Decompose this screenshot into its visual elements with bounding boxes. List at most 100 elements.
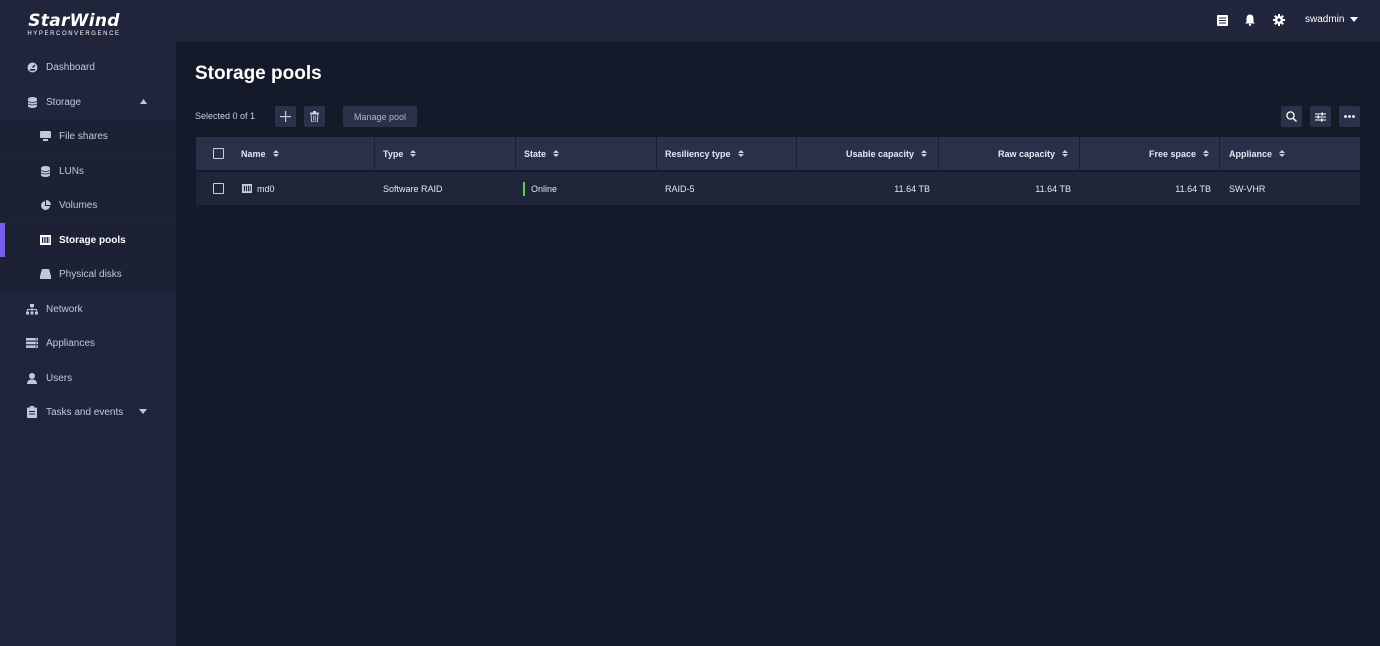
top-bar: swadmin	[176, 0, 1380, 42]
appliances-icon	[26, 337, 38, 349]
sidebar-item-label: Network	[46, 303, 83, 315]
sort-icon	[272, 150, 279, 157]
plus-icon	[280, 111, 291, 122]
sidebar-item-storage[interactable]: Storage	[0, 85, 176, 119]
status-text: Online	[531, 183, 558, 194]
sidebar-item-volumes[interactable]: Volumes	[0, 188, 176, 222]
user-menu[interactable]: swadmin	[1305, 14, 1359, 25]
starwind-logo[interactable]: StarWind HYPERCONVERGENCE	[0, 0, 176, 42]
search-icon	[1286, 111, 1297, 122]
sidebar: StarWind HYPERCONVERGENCE Dashboard Stor…	[0, 0, 176, 646]
file-shares-icon	[39, 130, 51, 142]
column-header-free-space[interactable]: Free space	[1080, 137, 1219, 170]
cell-free-space: 11.64 TB	[1175, 183, 1211, 194]
column-header-type[interactable]: Type	[383, 137, 417, 170]
sort-icon	[737, 150, 744, 157]
delete-pool-button[interactable]	[304, 106, 325, 127]
column-divider	[374, 137, 375, 170]
sidebar-item-file-shares[interactable]: File shares	[0, 119, 176, 153]
table-row[interactable]: md0 Software RAID Online RAID-5 11.64 TB…	[196, 172, 1360, 205]
sidebar-item-network[interactable]: Network	[0, 292, 176, 326]
bell-icon[interactable]	[1243, 13, 1257, 27]
gear-icon[interactable]	[1272, 13, 1286, 27]
sidebar-item-label: Tasks and events	[46, 406, 124, 418]
cell-state: Online	[523, 172, 557, 205]
logo-text: StarWind	[28, 11, 120, 31]
volumes-icon	[39, 199, 51, 211]
sidebar-item-storage-pools[interactable]: Storage pools	[0, 223, 176, 257]
active-indicator	[0, 223, 5, 257]
storage-pool-icon	[242, 184, 252, 193]
sidebar-item-dashboard[interactable]: Dashboard	[0, 50, 176, 84]
column-header-raw-capacity[interactable]: Raw capacity	[939, 137, 1078, 170]
column-header-resiliency-type[interactable]: Resiliency type	[665, 137, 744, 170]
column-divider	[656, 137, 657, 170]
select-all-checkbox[interactable]	[213, 148, 224, 159]
sidebar-item-label: Volumes	[59, 199, 98, 211]
sort-icon	[553, 150, 560, 157]
sidebar-item-label: LUNs	[59, 165, 85, 177]
cell-type: Software RAID	[383, 183, 443, 194]
sidebar-item-label: File shares	[59, 130, 108, 142]
cell-resiliency: RAID-5	[665, 183, 695, 194]
pool-name: md0	[257, 183, 275, 194]
table-header: Name Type State Resiliency type Usable c…	[196, 137, 1360, 170]
column-header-state[interactable]: State	[524, 137, 560, 170]
tasks-icon	[26, 406, 38, 418]
header-label: Free space	[1148, 148, 1196, 159]
header-label: Usable capacity	[845, 148, 914, 159]
column-header-usable-capacity[interactable]: Usable capacity	[797, 137, 937, 170]
sidebar-item-label: Physical disks	[59, 268, 122, 280]
sort-icon	[1279, 150, 1286, 157]
header-label: Resiliency type	[665, 148, 731, 159]
sidebar-item-label: Appliances	[46, 337, 95, 349]
username: swadmin	[1305, 14, 1345, 25]
more-options-button[interactable]	[1339, 106, 1360, 127]
storage-pools-icon	[39, 234, 51, 246]
luns-icon	[39, 165, 51, 177]
sidebar-item-label: Dashboard	[46, 61, 95, 73]
sort-icon	[410, 150, 417, 157]
sidebar-item-appliances[interactable]: Appliances	[0, 326, 176, 360]
row-checkbox[interactable]	[213, 183, 224, 194]
list-icon[interactable]	[1215, 13, 1229, 27]
column-header-name[interactable]: Name	[241, 137, 279, 170]
network-icon	[26, 303, 38, 315]
column-divider	[515, 137, 516, 170]
logo-subtitle: HYPERCONVERGENCE	[27, 31, 121, 37]
trash-icon	[310, 111, 319, 122]
chevron-down-icon[interactable]	[139, 409, 147, 414]
add-pool-button[interactable]	[275, 106, 296, 127]
sidebar-item-tasks-and-events[interactable]: Tasks and events	[0, 395, 176, 429]
selection-count: Selected 0 of 1	[195, 111, 256, 121]
sidebar-item-physical-disks[interactable]: Physical disks	[0, 257, 176, 291]
filter-button[interactable]	[1310, 106, 1331, 127]
header-label: State	[524, 148, 547, 159]
search-button[interactable]	[1281, 106, 1302, 127]
cell-usable-capacity: 11.64 TB	[894, 183, 930, 194]
sidebar-item-users[interactable]: Users	[0, 361, 176, 395]
manage-pool-button[interactable]: Manage pool	[343, 106, 417, 127]
sort-icon	[1062, 150, 1068, 157]
cell-name[interactable]: md0	[242, 172, 275, 205]
cell-raw-capacity: 11.64 TB	[1035, 183, 1071, 194]
sidebar-item-label: Storage pools	[59, 234, 126, 246]
sidebar-item-luns[interactable]: LUNs	[0, 154, 176, 188]
header-label: Type	[383, 148, 404, 159]
caret-down-icon	[1350, 17, 1359, 22]
storage-icon	[26, 96, 38, 108]
chevron-up-icon[interactable]	[140, 99, 147, 104]
physical-disks-icon	[39, 268, 51, 280]
sort-icon	[921, 150, 927, 157]
sliders-icon	[1315, 112, 1326, 121]
column-divider	[1219, 137, 1220, 170]
app-root: StarWind HYPERCONVERGENCE Dashboard Stor…	[0, 0, 1380, 646]
page-title: Storage pools	[195, 63, 322, 84]
users-icon	[26, 372, 38, 384]
header-label: Name	[241, 148, 266, 159]
status-indicator	[523, 181, 525, 196]
dashboard-icon	[26, 61, 38, 73]
sort-icon	[1203, 150, 1209, 157]
column-header-appliance[interactable]: Appliance	[1229, 137, 1286, 170]
sidebar-item-label: Users	[46, 372, 73, 384]
